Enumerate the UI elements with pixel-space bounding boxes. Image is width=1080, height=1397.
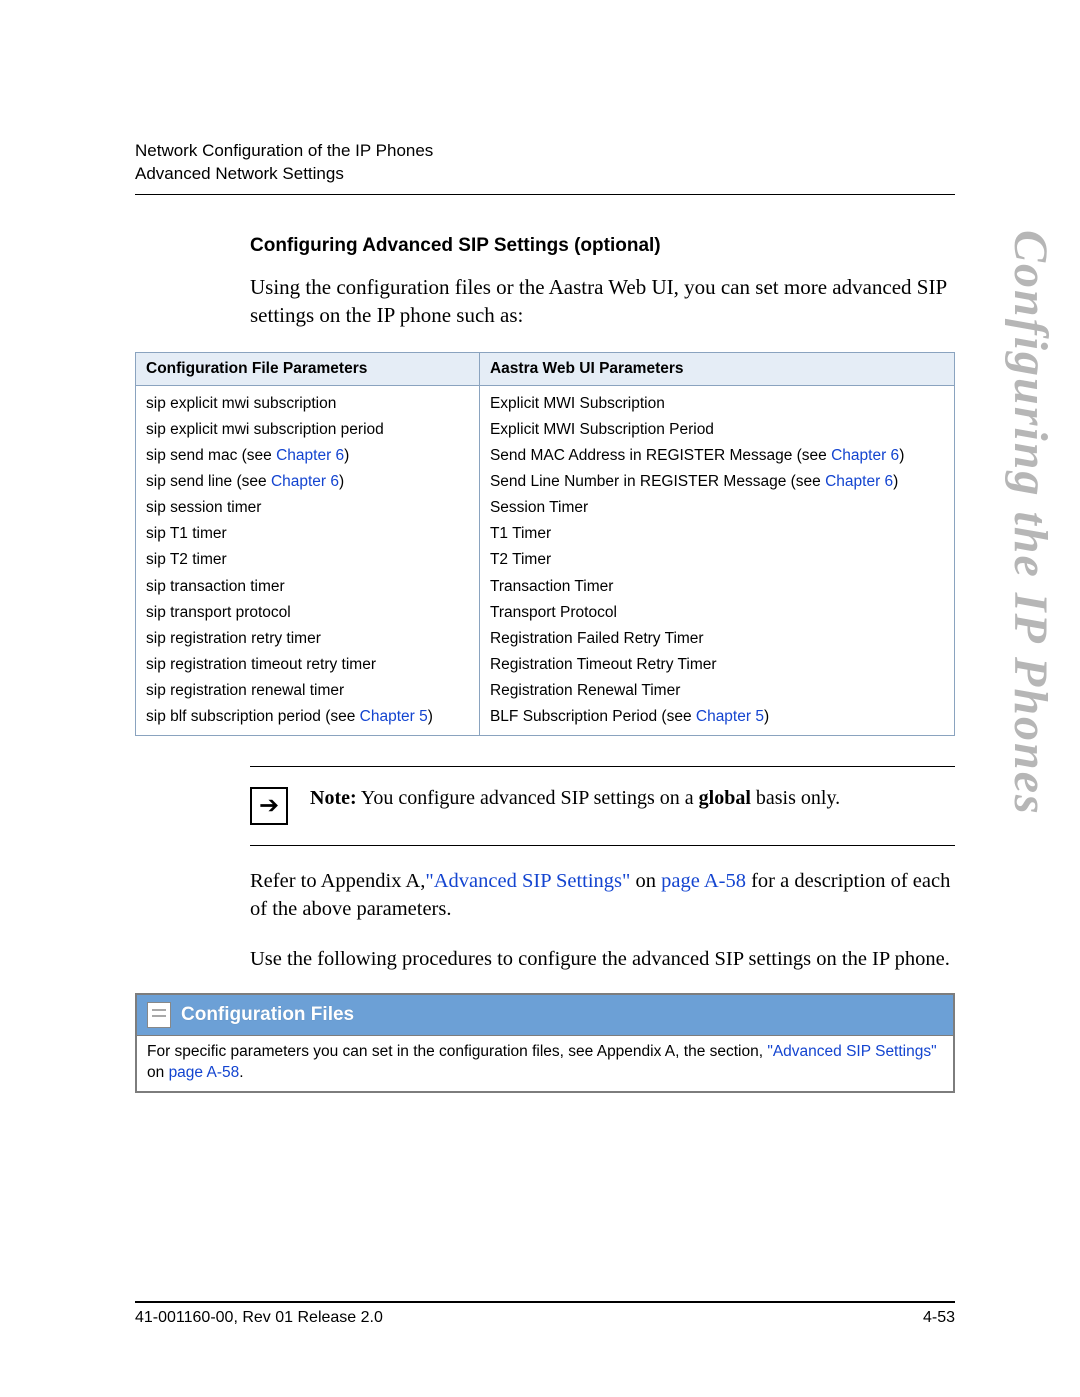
header-chapter: Network Configuration of the IP Phones xyxy=(135,140,955,163)
table-row: sip send mac (see Chapter 6)Send MAC Add… xyxy=(136,443,955,469)
table-row: sip explicit mwi subscription periodExpl… xyxy=(136,417,955,443)
table-row: sip send line (see Chapter 6)Send Line N… xyxy=(136,469,955,495)
procedure-paragraph: Use the following procedures to configur… xyxy=(250,946,955,974)
table-row: sip transaction timerTransaction Timer xyxy=(136,574,955,600)
arrow-right-icon: ➔ xyxy=(250,787,288,825)
header-rule xyxy=(135,194,955,195)
note-block: ➔ Note: You configure advanced SIP setti… xyxy=(250,766,955,846)
footer-left: 41-001160-00, Rev 01 Release 2.0 xyxy=(135,1309,383,1327)
footer-rule xyxy=(135,1301,955,1303)
table-header-col2: Aastra Web UI Parameters xyxy=(479,352,954,385)
refer-paragraph: Refer to Appendix A,"Advanced SIP Settin… xyxy=(250,868,955,923)
configuration-files-body: For specific parameters you can set in t… xyxy=(137,1036,953,1090)
link-chapter[interactable]: Chapter 6 xyxy=(276,447,344,464)
table-row: sip explicit mwi subscriptionExplicit MW… xyxy=(136,385,955,417)
side-title: Configuring the IP Phones xyxy=(1003,230,1058,816)
note-text: Note: You configure advanced SIP setting… xyxy=(310,787,840,810)
link-advanced-sip-settings-2[interactable]: "Advanced SIP Settings" xyxy=(767,1043,936,1060)
section-title: Configuring Advanced SIP Settings (optio… xyxy=(250,235,955,257)
table-row: sip registration timeout retry timerRegi… xyxy=(136,652,955,678)
link-advanced-sip-settings[interactable]: "Advanced SIP Settings" xyxy=(425,870,630,892)
link-page-a58[interactable]: page A-58 xyxy=(661,870,746,892)
table-header-col1: Configuration File Parameters xyxy=(136,352,480,385)
configuration-files-box: Configuration Files For specific paramet… xyxy=(135,993,955,1092)
link-chapter[interactable]: Chapter 6 xyxy=(271,473,339,490)
link-chapter[interactable]: Chapter 5 xyxy=(696,708,764,725)
link-chapter[interactable]: Chapter 6 xyxy=(825,473,893,490)
table-row: sip transport protocolTransport Protocol xyxy=(136,600,955,626)
link-page-a58-2[interactable]: page A-58 xyxy=(169,1064,240,1081)
link-chapter[interactable]: Chapter 6 xyxy=(831,447,899,464)
section-intro: Using the configuration files or the Aas… xyxy=(250,273,955,330)
table-row: sip session timerSession Timer xyxy=(136,495,955,521)
table-row: sip registration retry timerRegistration… xyxy=(136,626,955,652)
table-row: sip blf subscription period (see Chapter… xyxy=(136,704,955,736)
parameters-table: Configuration File Parameters Aastra Web… xyxy=(135,352,955,737)
table-row: sip T1 timerT1 Timer xyxy=(136,521,955,547)
document-icon xyxy=(147,1002,171,1028)
header-section: Advanced Network Settings xyxy=(135,163,955,186)
table-row: sip registration renewal timerRegistrati… xyxy=(136,678,955,704)
link-chapter[interactable]: Chapter 5 xyxy=(360,708,428,725)
table-row: sip T2 timerT2 Timer xyxy=(136,547,955,573)
footer-right: 4-53 xyxy=(923,1309,955,1327)
configuration-files-title: Configuration Files xyxy=(181,1004,354,1026)
